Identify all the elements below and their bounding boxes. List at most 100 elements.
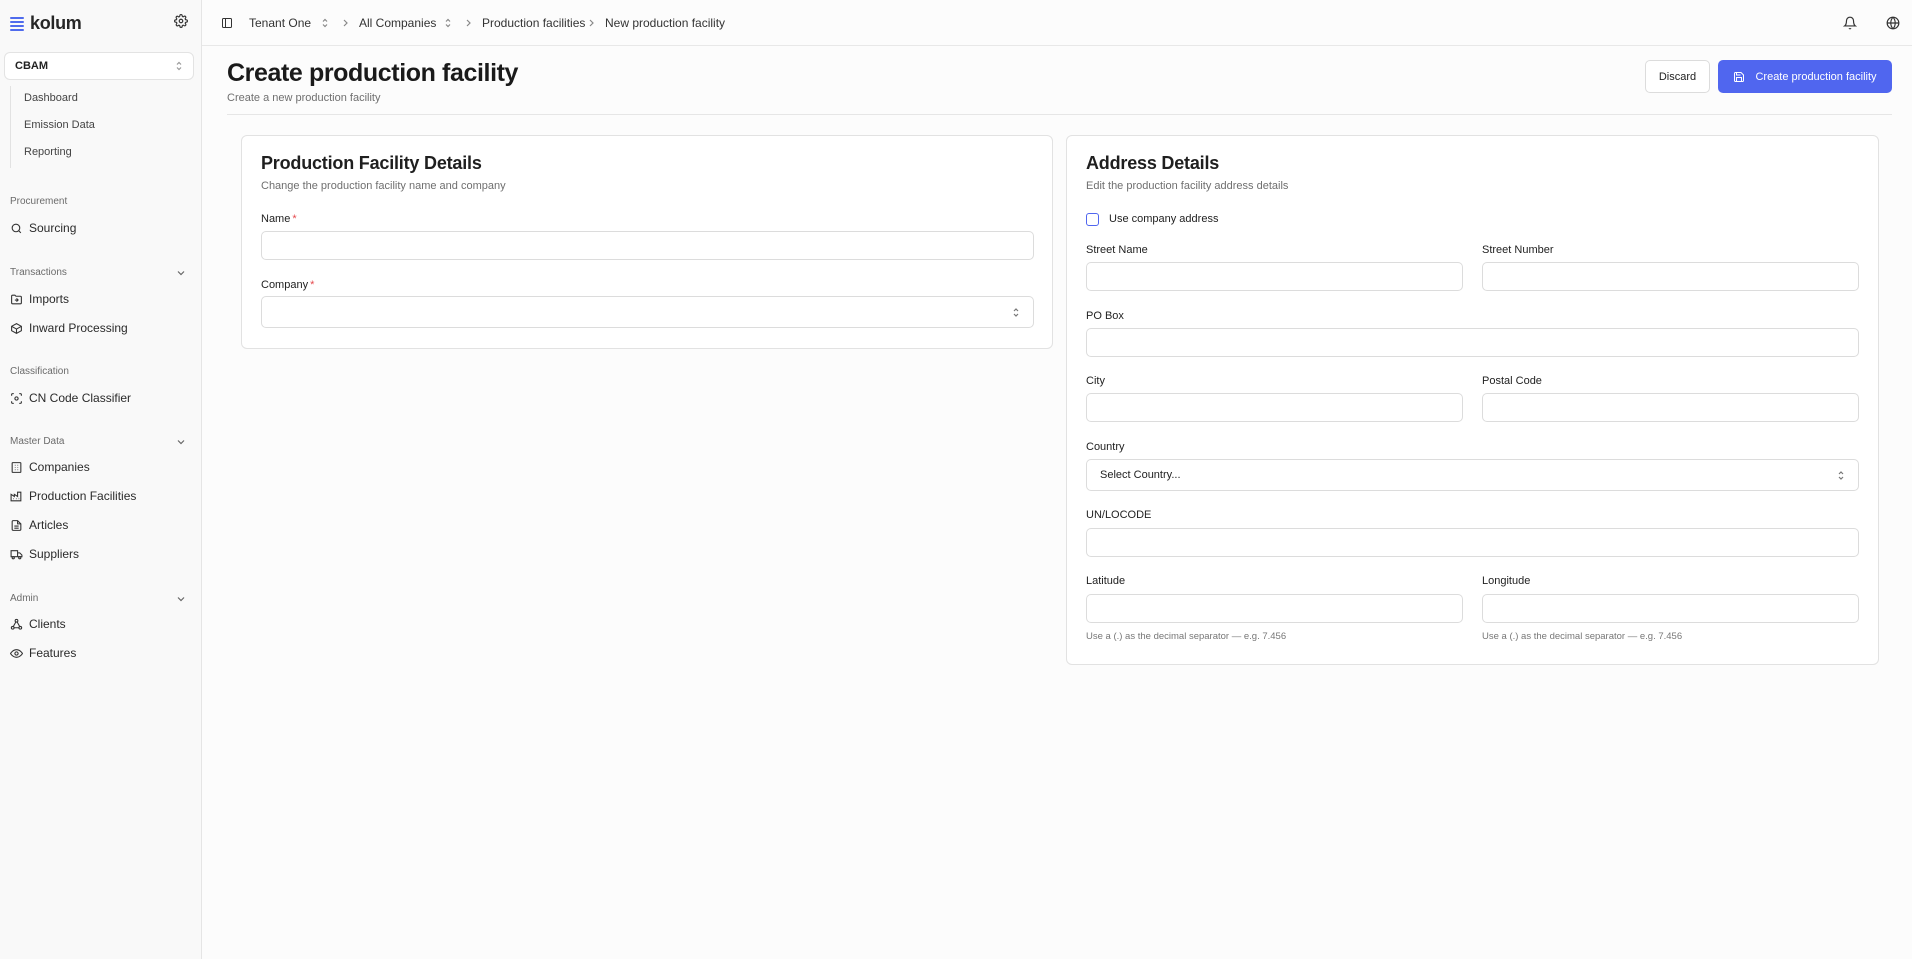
logo-mark-icon	[10, 16, 24, 31]
sidebar-item-label: Clients	[29, 617, 66, 631]
sidebar-item-imports[interactable]: Imports	[10, 292, 69, 306]
globe-icon[interactable]	[1886, 16, 1900, 30]
sidebar-item-features[interactable]: Features	[10, 646, 76, 660]
sidebar-item-dashboard[interactable]: Dashboard	[24, 92, 78, 104]
country-select-placeholder: Select Country...	[1100, 469, 1181, 481]
company-select[interactable]	[261, 296, 1034, 328]
latitude-hint: Use a (.) as the decimal separator — e.g…	[1086, 631, 1287, 642]
unlocode-label: UN/LOCODE	[1086, 509, 1152, 521]
submenu-guide-line	[10, 86, 11, 168]
name-input[interactable]	[261, 231, 1034, 260]
document-icon	[11, 519, 22, 531]
chevron-down-icon[interactable]	[176, 437, 186, 447]
unlocode-input[interactable]	[1086, 528, 1859, 557]
section-title-procurement: Procurement	[10, 196, 68, 207]
truck-icon	[10, 549, 23, 559]
name-label: Name *	[261, 213, 297, 225]
address-details-card: Address Details Edit the production faci…	[1066, 135, 1879, 665]
sidebar-item-companies[interactable]: Companies	[10, 460, 90, 474]
sidebar-item-label: Companies	[29, 460, 90, 474]
po-box-input[interactable]	[1086, 328, 1859, 357]
eye-icon	[10, 648, 23, 658]
scan-icon	[11, 392, 22, 404]
create-button-label: Create production facility	[1755, 70, 1877, 83]
chevron-up-down-icon	[176, 61, 182, 71]
gear-icon[interactable]	[174, 14, 188, 28]
folder-import-icon	[11, 294, 22, 304]
section-title-admin: Admin	[10, 593, 39, 604]
sidebar-item-label: Imports	[29, 292, 70, 306]
chevron-down-icon[interactable]	[176, 594, 186, 604]
sidebar-item-suppliers[interactable]: Suppliers	[10, 547, 79, 561]
save-icon	[1734, 71, 1745, 82]
sidebar-item-articles[interactable]: Articles	[10, 518, 68, 532]
use-company-address-checkbox[interactable]	[1086, 213, 1099, 226]
longitude-label: Longitude	[1482, 575, 1531, 587]
card-title: Production Facility Details	[261, 153, 482, 173]
facility-details-card: Production Facility Details Change the p…	[241, 135, 1053, 349]
breadcrumb-tenant[interactable]: Tenant One	[249, 16, 311, 30]
network-icon	[10, 618, 23, 630]
country-label: Country	[1086, 441, 1125, 453]
latitude-label: Latitude	[1086, 575, 1126, 587]
sidebar-item-label: Sourcing	[29, 221, 77, 235]
bell-icon[interactable]	[1843, 16, 1857, 30]
section-title-classification: Classification	[10, 366, 69, 377]
breadcrumb-company[interactable]: All Companies	[359, 16, 436, 30]
sidebar-item-cn-code-classifier[interactable]: CN Code Classifier	[10, 391, 131, 405]
street-name-input[interactable]	[1086, 262, 1463, 291]
sidebar-item-inward-processing[interactable]: Inward Processing	[10, 321, 128, 335]
search-icon	[11, 223, 22, 233]
sidebar-item-label: Inward Processing	[29, 321, 128, 335]
header-divider	[227, 114, 1892, 115]
country-select[interactable]: Select Country...	[1086, 459, 1859, 491]
chevron-up-down-icon[interactable]	[444, 17, 452, 29]
discard-button[interactable]: Discard	[1645, 60, 1710, 93]
card-description: Change the production facility name and …	[261, 180, 506, 192]
postal-code-label: Postal Code	[1482, 375, 1542, 387]
sidebar-item-label: Production Facilities	[29, 489, 137, 503]
chevron-down-icon[interactable]	[176, 268, 186, 278]
sidebar-item-label: CN Code Classifier	[29, 391, 132, 405]
card-description: Edit the production facility address det…	[1086, 180, 1289, 192]
page-title: Create production facility	[227, 59, 519, 87]
workspace-label: CBAM	[15, 60, 48, 72]
section-title-transactions: Transactions	[10, 267, 67, 278]
section-title-master-data: Master Data	[10, 436, 65, 447]
chevron-right-icon	[343, 19, 348, 27]
sidebar-item-label: Features	[29, 646, 77, 660]
card-title: Address Details	[1086, 153, 1220, 173]
chevron-up-down-icon	[1838, 470, 1844, 480]
brand-name: kolum	[30, 13, 82, 33]
chevron-right-icon	[589, 19, 594, 27]
brand-logo[interactable]: kolum	[10, 13, 82, 34]
sidebar-item-reporting[interactable]: Reporting	[24, 146, 72, 158]
package-icon	[11, 322, 22, 334]
sidebar-item-emission-data[interactable]: Emission Data	[24, 119, 95, 131]
sidebar-item-production-facilities[interactable]: Production Facilities	[10, 489, 136, 503]
longitude-input[interactable]	[1482, 594, 1859, 623]
sidebar-item-clients[interactable]: Clients	[10, 617, 66, 631]
chevron-up-down-icon	[1013, 307, 1019, 317]
company-label: Company *	[261, 279, 315, 291]
sidebar-item-label: Suppliers	[29, 547, 80, 561]
postal-code-input[interactable]	[1482, 393, 1859, 422]
street-name-label: Street Name	[1086, 244, 1148, 256]
sidebar-toggle-icon[interactable]	[221, 17, 233, 29]
breadcrumb-production-facilities[interactable]: Production facilities	[482, 16, 585, 30]
sidebar-item-sourcing[interactable]: Sourcing	[10, 221, 76, 235]
create-production-facility-button[interactable]: Create production facility	[1718, 60, 1892, 93]
city-label: City	[1086, 375, 1105, 387]
chevron-up-down-icon[interactable]	[321, 17, 329, 29]
street-number-label: Street Number	[1482, 244, 1554, 256]
topbar: Tenant One All Companies Production faci…	[202, 0, 1912, 46]
workspace-switcher[interactable]: CBAM	[4, 52, 194, 80]
page-subtitle: Create a new production facility	[227, 92, 381, 104]
city-input[interactable]	[1086, 393, 1463, 422]
sidebar: kolum CBAM Dashboard Emission Data Repor…	[0, 0, 202, 959]
chevron-right-icon	[466, 19, 471, 27]
factory-icon	[10, 491, 22, 501]
use-company-address-label[interactable]: Use company address	[1109, 213, 1218, 225]
street-number-input[interactable]	[1482, 262, 1859, 291]
latitude-input[interactable]	[1086, 594, 1463, 623]
